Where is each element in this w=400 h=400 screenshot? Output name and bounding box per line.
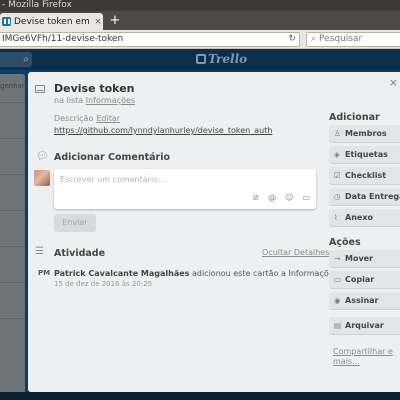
activity-heading: Atividade [54, 248, 106, 259]
tag-icon: ◈ [334, 150, 340, 159]
activity-entry: Patrick Cavalcante Magalhães adicionou e… [54, 269, 338, 278]
person-icon: ♙ [334, 129, 341, 138]
checklist-icon: ☑ [334, 171, 341, 180]
list-divider [0, 102, 25, 103]
window-title: - Mozilla Firefox [0, 0, 400, 11]
card-title[interactable]: Devise token [54, 82, 135, 95]
trello-logo[interactable]: Trello [196, 52, 247, 66]
edit-description-link[interactable]: Editar [96, 114, 120, 123]
attachment-label: Anexo [345, 213, 373, 222]
activity-action: adicionou este cartão a Informações [191, 269, 338, 278]
subscribe-label: Assinar [345, 296, 379, 305]
labels-button[interactable]: ◈ Etiquetas [329, 146, 400, 163]
checklist-button[interactable]: ☑ Checklist [329, 167, 400, 184]
list-title: genhara [0, 82, 30, 90]
list-divider [0, 282, 25, 283]
list-prefix: na lista [54, 96, 84, 105]
board-search-button[interactable]: ⌕ [0, 52, 32, 67]
due-date-button[interactable]: ◷ Data Entrega [329, 188, 400, 205]
move-label: Mover [345, 254, 374, 263]
trello-logo-text: Trello [208, 52, 248, 66]
list-link[interactable]: Informações [86, 96, 135, 105]
send-comment-button[interactable]: Enviar [54, 214, 96, 232]
card-link-icon[interactable]: ▭ [302, 193, 310, 202]
search-icon: ⌕ [311, 34, 317, 44]
reload-icon[interactable]: ↻ [288, 33, 296, 46]
trello-header: ⌕ Trello [0, 49, 400, 70]
tab-bar: Devise token em Cu… × + [0, 11, 400, 30]
paperclip-icon: ⌇ [334, 213, 338, 222]
archive-button[interactable]: ▤ Arquivar [329, 317, 400, 334]
arrow-right-icon: → [334, 254, 341, 263]
comment-tools: ⊘ @ ☺ ▭ [252, 193, 310, 202]
list-divider [0, 138, 25, 139]
add-comment-heading: Adicionar Comentário [54, 152, 171, 163]
actions-heading: Ações [329, 237, 361, 248]
activity-author[interactable]: Patrick Cavalcante Magalhães [54, 269, 189, 278]
copy-icon: ▭ [334, 275, 342, 284]
subscribe-button[interactable]: ◉ Assinar [329, 292, 400, 309]
attachment-button[interactable]: ⌇ Anexo [329, 209, 400, 226]
list-divider [0, 174, 25, 175]
search-icon: ⌕ [23, 54, 29, 65]
close-icon[interactable]: × [389, 76, 398, 89]
share-and-more-link[interactable]: Compartilhar e mais... [333, 347, 393, 367]
tab-close-icon[interactable]: × [93, 17, 103, 27]
labels-label: Etiquetas [345, 150, 388, 159]
hide-details-link[interactable]: Ocultar Detalhes [262, 248, 329, 257]
card-icon [35, 85, 45, 93]
board-list: genhara [0, 74, 29, 396]
browser-search-input[interactable]: ⌕ Pesquisar [306, 32, 400, 47]
avatar[interactable] [34, 170, 50, 186]
list-divider [0, 246, 25, 247]
activity-date[interactable]: 15 de dez de 2016 às 20:25 [54, 280, 152, 288]
attachment-icon[interactable]: ⊘ [252, 193, 259, 202]
bottom-strip [0, 392, 400, 400]
search-placeholder: Pesquisar [319, 34, 363, 44]
members-button[interactable]: ♙ Membros [329, 125, 400, 142]
description-label: Descrição [54, 114, 94, 123]
trello-favicon-icon [2, 17, 11, 26]
url-bar[interactable]: IMGe6VFh/11-devise-token ↻ [0, 32, 300, 47]
description-link[interactable]: https://github.com/lynndylanhurley/devis… [54, 126, 272, 135]
trello-logo-icon [196, 54, 206, 64]
move-button[interactable]: → Mover [329, 250, 400, 267]
archive-label: Arquivar [345, 321, 384, 330]
eye-icon: ◉ [334, 296, 341, 305]
mention-icon[interactable]: @ [268, 193, 276, 202]
add-heading: Adicionar [329, 112, 380, 123]
navigation-bar: IMGe6VFh/11-devise-token ↻ ⌕ Pesquisar [0, 30, 400, 49]
browser-tab[interactable]: Devise token em Cu… × [0, 13, 103, 30]
member-initials[interactable]: PM [38, 269, 50, 277]
archive-icon: ▤ [334, 321, 342, 330]
due-date-label: Data Entrega [345, 192, 400, 201]
new-tab-button[interactable]: + [108, 13, 122, 28]
url-text: IMGe6VFh/11-devise-token [2, 34, 124, 44]
list-divider [0, 318, 25, 319]
emoji-icon[interactable]: ☺ [285, 193, 293, 202]
comment-icon: 💬︎ [36, 151, 49, 162]
tab-title: Devise token em Cu… [14, 16, 93, 27]
members-label: Membros [345, 129, 387, 138]
comment-placeholder: Escrever um comentário... [60, 175, 166, 184]
list-reference: na lista Informações [54, 96, 135, 105]
comment-input[interactable]: Escrever um comentário... ⊘ @ ☺ ▭ [54, 169, 316, 209]
activity-icon: ☰ [35, 246, 44, 257]
list-divider [0, 210, 25, 211]
description-label-row: Descrição Editar [54, 114, 120, 123]
checklist-label: Checklist [345, 171, 387, 180]
copy-label: Copiar [345, 275, 375, 284]
clock-icon: ◷ [334, 192, 341, 201]
copy-button[interactable]: ▭ Copiar [329, 271, 400, 288]
